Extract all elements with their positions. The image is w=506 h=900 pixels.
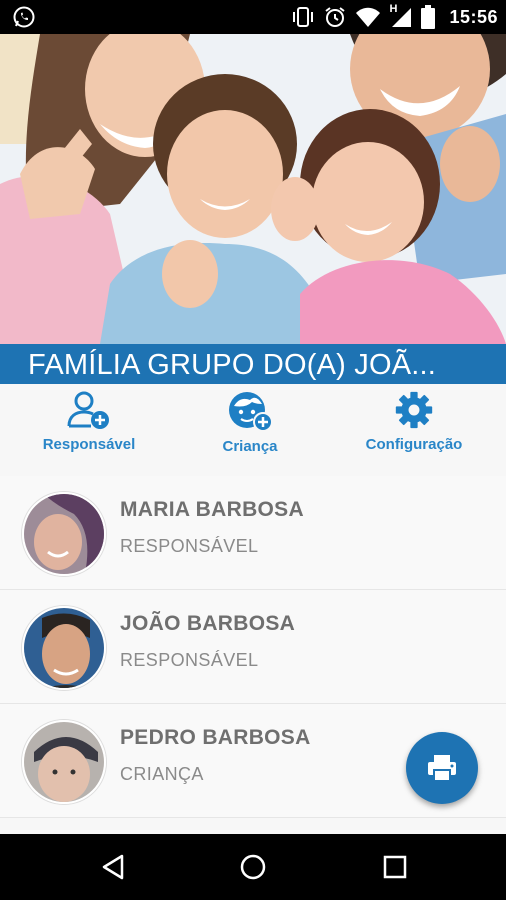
battery-icon (421, 5, 436, 29)
recents-icon (383, 855, 407, 879)
group-title-banner: FAMÍLIA GRUPO DO(A) JOÃ... (0, 344, 506, 384)
signal-indicator: H (389, 3, 413, 29)
avatar (22, 492, 106, 576)
action-bar: Responsável Criança Configuração (0, 384, 506, 472)
member-role: RESPONSÁVEL (120, 650, 259, 670)
gear-icon (395, 391, 433, 429)
print-icon (428, 755, 456, 782)
settings-button[interactable]: Configuração (356, 390, 472, 453)
status-bar: H 15:56 (0, 0, 506, 34)
clock: 15:56 (449, 6, 498, 27)
home-button[interactable] (238, 852, 268, 882)
member-name: JOÃO BARBOSA (120, 612, 296, 635)
member-name: MARIA BARBOSA (120, 498, 304, 521)
add-child-icon (229, 392, 273, 432)
member-role: RESPONSÁVEL (120, 536, 259, 556)
signal-icon (392, 8, 412, 27)
member-role: CRIANÇA (120, 764, 204, 784)
add-person-icon (67, 391, 109, 429)
recents-button[interactable] (380, 852, 410, 882)
family-photo (0, 34, 506, 344)
system-nav-bar (0, 834, 506, 900)
wifi-icon (356, 7, 381, 27)
home-icon (240, 854, 266, 880)
print-button[interactable] (406, 732, 478, 804)
whatsapp-icon (13, 6, 35, 28)
back-icon (102, 854, 124, 880)
avatar (22, 720, 106, 804)
add-child-label: Criança (222, 438, 278, 455)
add-child-button[interactable]: Criança (200, 390, 300, 455)
member-name: PEDRO BARBOSA (120, 726, 311, 749)
vibrate-icon (293, 7, 314, 27)
settings-label: Configuração (365, 436, 463, 453)
alarm-icon (325, 7, 346, 27)
list-item[interactable]: MARIA BARBOSA RESPONSÁVEL (0, 476, 506, 590)
list-item[interactable]: JOÃO BARBOSA RESPONSÁVEL (0, 590, 506, 704)
add-responsible-button[interactable]: Responsável (39, 390, 139, 453)
avatar (22, 606, 106, 690)
back-button[interactable] (98, 852, 128, 882)
add-responsible-label: Responsável (42, 436, 136, 453)
